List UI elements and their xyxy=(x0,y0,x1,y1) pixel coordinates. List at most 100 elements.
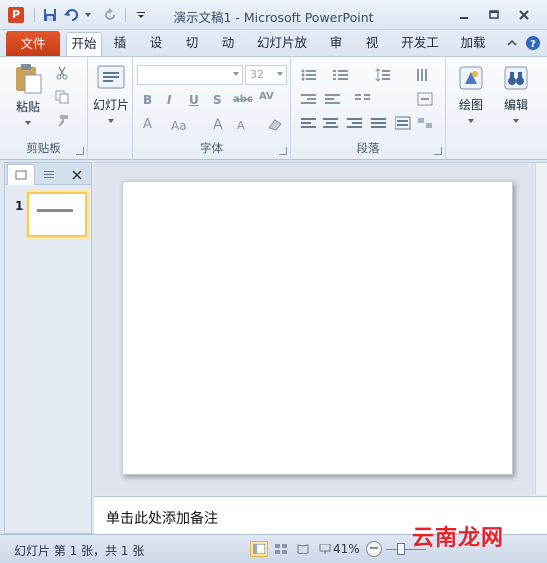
watermark-text: 云南龙网 xyxy=(412,525,505,551)
ribbon-tabs: 文件 开始 插入 设计 切换 动画 幻灯片放映 审阅 视图 开发工具 加载项 ? xyxy=(0,30,547,72)
tab-animations[interactable]: 动画 xyxy=(212,32,244,72)
change-case-button[interactable]: Aa xyxy=(171,119,187,133)
help-icon[interactable]: ? xyxy=(525,35,541,51)
clipboard-launcher-icon[interactable] xyxy=(76,147,84,155)
font-size-value: 32 xyxy=(250,68,264,81)
clipboard-group-label: 剪贴板 xyxy=(26,141,61,155)
align-left-icon[interactable] xyxy=(301,115,317,131)
ribbon-home: 粘贴 剪贴板 幻灯片 32 B I U S abc AV A Aa A A 字体… xyxy=(0,56,547,160)
shapes-icon xyxy=(450,63,492,96)
paragraph-group: 段落 xyxy=(291,57,446,160)
font-launcher-icon[interactable] xyxy=(279,147,287,155)
numbering-icon[interactable] xyxy=(333,67,349,83)
restore-icon[interactable] xyxy=(479,5,509,25)
grow-font-button[interactable]: A xyxy=(213,117,223,133)
zoom-slider-thumb[interactable] xyxy=(397,543,405,555)
vertical-scrollbar[interactable] xyxy=(535,163,547,495)
align-center-icon[interactable] xyxy=(323,115,339,131)
shrink-font-button[interactable]: A xyxy=(237,119,245,132)
copy-icon[interactable] xyxy=(54,89,70,105)
decrease-indent-icon[interactable] xyxy=(301,91,317,107)
tab-transitions[interactable]: 切换 xyxy=(176,32,208,72)
increase-indent-icon[interactable] xyxy=(325,91,341,107)
slide-sorter-view-icon[interactable] xyxy=(272,541,290,557)
justify-icon[interactable] xyxy=(371,115,387,131)
clear-formatting-icon[interactable] xyxy=(267,117,283,133)
tab-view[interactable]: 视图 xyxy=(356,32,388,72)
pane-tabs xyxy=(5,163,91,185)
distributed-icon[interactable] xyxy=(395,115,411,131)
font-group-label: 字体 xyxy=(200,141,223,155)
format-painter-icon[interactable] xyxy=(54,113,70,129)
reading-view-icon[interactable] xyxy=(294,541,312,557)
columns-icon[interactable] xyxy=(355,91,371,107)
drawing-label: 绘图 xyxy=(458,98,483,112)
file-tab[interactable]: 文件 xyxy=(6,31,60,56)
paste-button[interactable]: 粘贴 xyxy=(8,63,48,129)
svg-text:?: ? xyxy=(530,39,536,50)
editing-dropdown-icon xyxy=(513,118,519,123)
tab-design[interactable]: 设计 xyxy=(140,32,172,72)
slide-canvas[interactable] xyxy=(122,181,513,475)
tab-review[interactable]: 审阅 xyxy=(320,32,352,72)
editing-label: 编辑 xyxy=(503,98,528,112)
font-name-select[interactable] xyxy=(137,65,243,85)
bullets-icon[interactable] xyxy=(301,67,317,83)
new-slide-button[interactable]: 幻灯片 xyxy=(90,63,132,127)
slide-editing-area xyxy=(94,162,547,495)
align-right-icon[interactable] xyxy=(347,115,363,131)
minimize-icon[interactable] xyxy=(449,5,479,25)
font-size-select[interactable]: 32 xyxy=(245,65,287,85)
text-direction-icon[interactable] xyxy=(415,67,431,83)
editing-button[interactable]: 编辑 xyxy=(496,63,536,127)
close-pane-icon[interactable] xyxy=(63,164,91,185)
binoculars-icon xyxy=(496,63,536,96)
tab-insert[interactable]: 插入 xyxy=(104,32,136,72)
cut-icon[interactable] xyxy=(54,65,70,81)
editing-group: 编辑 xyxy=(494,57,538,160)
collapse-ribbon-icon[interactable] xyxy=(507,39,517,47)
paste-icon xyxy=(8,63,48,98)
outline-tab-icon[interactable] xyxy=(35,164,63,185)
tab-developer[interactable]: 开发工具 xyxy=(392,32,448,72)
slides-tab-icon[interactable] xyxy=(7,164,35,185)
drawing-group: 绘图 xyxy=(446,57,494,160)
thumbnail-content xyxy=(37,209,73,212)
line-spacing-icon[interactable] xyxy=(375,67,391,83)
drawing-dropdown-icon xyxy=(468,118,474,123)
clipboard-group: 粘贴 剪贴板 xyxy=(0,57,88,160)
tab-slideshow[interactable]: 幻灯片放映 xyxy=(248,32,316,72)
italic-button[interactable]: I xyxy=(167,93,171,107)
character-spacing-button[interactable]: AV xyxy=(259,91,274,102)
drawing-button[interactable]: 绘图 xyxy=(450,63,492,127)
align-text-icon[interactable] xyxy=(417,91,433,107)
slideshow-view-icon[interactable] xyxy=(316,541,334,557)
window-controls xyxy=(449,5,539,25)
normal-view-icon[interactable] xyxy=(250,541,268,557)
new-slide-dropdown-icon xyxy=(108,118,114,123)
paste-label: 粘贴 xyxy=(15,100,40,114)
strikethrough-button[interactable]: abc xyxy=(233,94,253,105)
smartart-convert-icon[interactable] xyxy=(417,115,433,131)
font-color-button[interactable]: A xyxy=(143,117,152,132)
notes-placeholder[interactable]: 单击此处添加备注 xyxy=(106,508,218,528)
slide-count-text: 幻灯片 第 1 张，共 1 张 xyxy=(14,544,145,558)
tab-addins[interactable]: 加载项 xyxy=(452,32,494,72)
paragraph-launcher-icon[interactable] xyxy=(434,147,442,155)
bold-button[interactable]: B xyxy=(143,93,152,107)
view-buttons xyxy=(250,541,334,557)
slide-thumbnail[interactable] xyxy=(27,192,87,237)
zoom-level[interactable]: 41% xyxy=(333,542,360,556)
paste-dropdown-icon xyxy=(25,120,31,125)
title-bar: P 演示文稿1 - Microsoft PowerPoint xyxy=(0,0,547,30)
new-slide-icon xyxy=(90,63,132,96)
underline-button[interactable]: U xyxy=(189,93,199,107)
close-icon[interactable] xyxy=(509,5,539,25)
tab-home[interactable]: 开始 xyxy=(66,32,102,56)
tab-row-right-icons: ? xyxy=(507,35,541,51)
new-slide-label: 幻灯片 xyxy=(92,98,129,112)
slide-thumbnail-number: 1 xyxy=(15,199,24,213)
shadow-button[interactable]: S xyxy=(213,93,222,107)
paragraph-group-label: 段落 xyxy=(356,141,380,155)
zoom-out-button[interactable]: − xyxy=(366,541,382,557)
